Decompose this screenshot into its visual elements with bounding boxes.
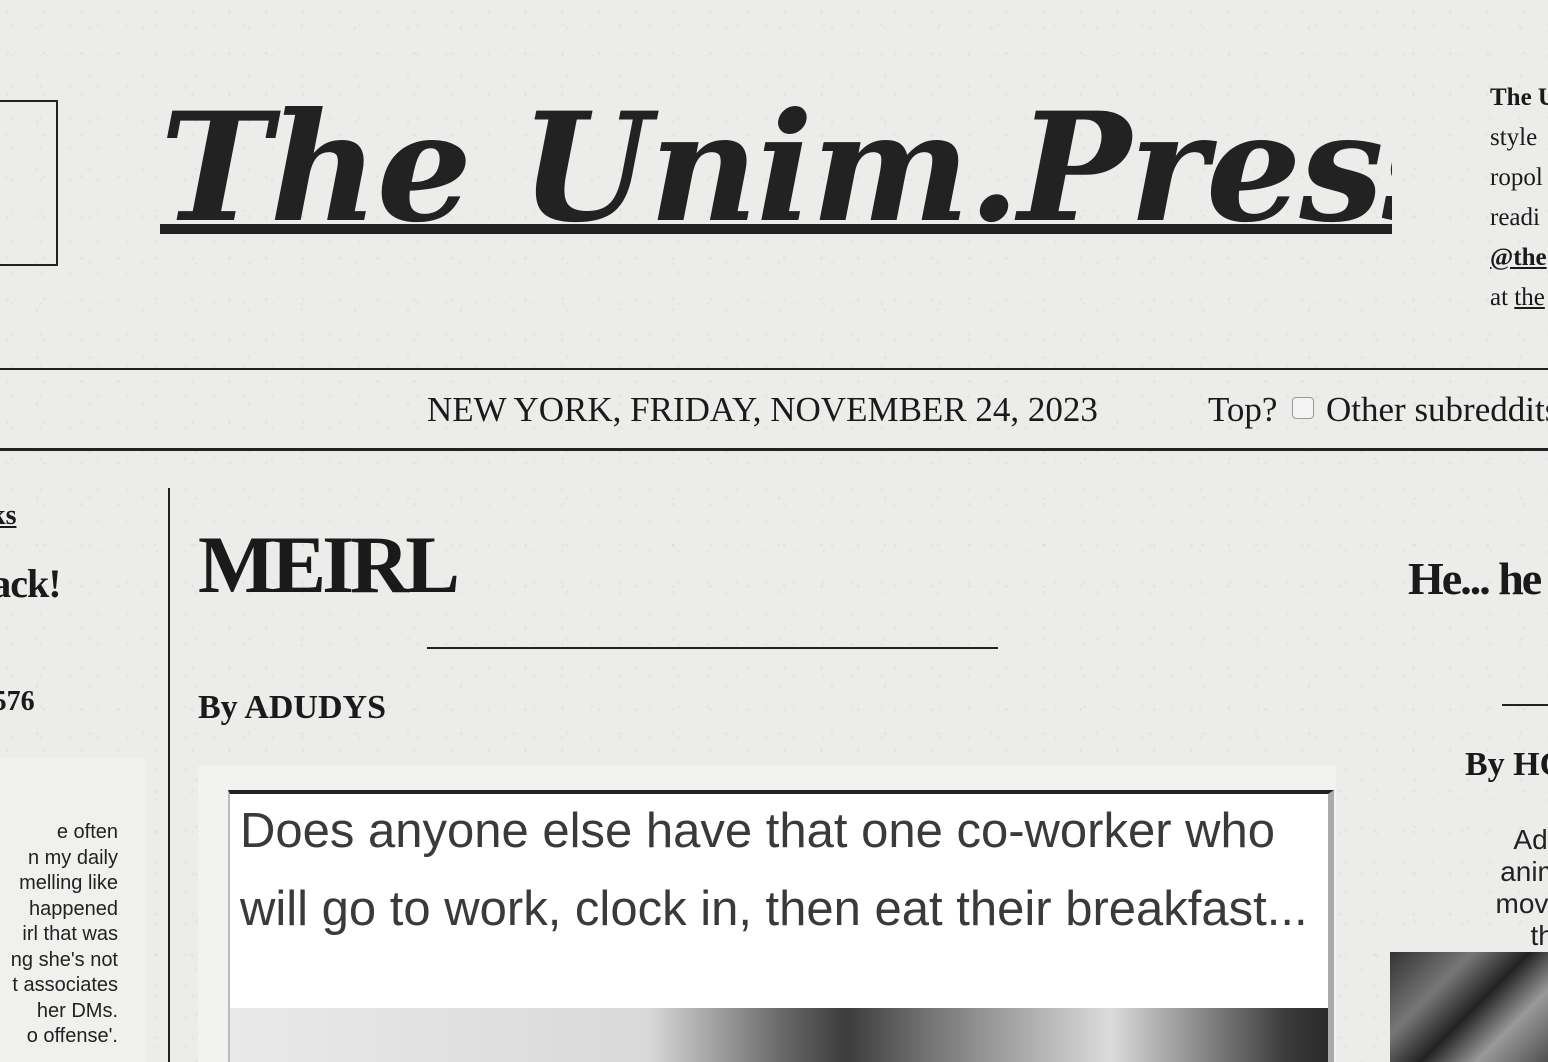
body-line: animate [1500,856,1548,887]
meme-caption: Does anyone else have that one co-worker… [240,804,1308,936]
main-article-byline: By ADUDYS [198,689,386,726]
top-toggle-label: Top? [1208,390,1278,429]
left-article-link[interactable]: ks [0,500,16,532]
meme-image[interactable]: Does anyone else have that one co-worker… [228,790,1334,1062]
body-line: her DMs. [36,999,118,1022]
body-line: ng she's not [10,948,118,971]
info-line: style [1490,124,1538,151]
headline-rule [427,647,998,649]
right-article-byline: By HC [1465,746,1548,783]
body-line: the [1530,920,1548,951]
info-line: ropol [1490,164,1543,191]
dateline: NEW YORK, FRIDAY, NOVEMBER 24, 2023 [427,390,1098,429]
masthead-title[interactable]: The Unim.Press [160,88,1392,250]
body-line: movie Di [1495,888,1548,919]
header-rule-bottom [0,448,1548,451]
meme-photo [230,1008,1328,1062]
left-header-box [0,100,58,266]
main-article-headline[interactable]: MEIRL [198,515,460,615]
social-handle-link[interactable]: @the [1490,244,1547,271]
info-line: readi [1490,204,1540,231]
left-article-body: e often n my daily melling like happened… [0,820,118,1050]
left-article-headline[interactable]: back! [0,560,62,607]
body-line: o offense'. [26,1025,118,1047]
right-article-photo[interactable] [1390,952,1548,1062]
site-link[interactable]: the [1514,284,1545,311]
left-article-byline: E5576 [0,686,35,717]
right-article-body: Adam animate movie Di the [1400,824,1548,952]
header-info-panel: The U style ropol readi @the at the [1490,78,1548,318]
right-article-headline[interactable]: He... he [1408,552,1542,605]
right-headline-rule [1502,704,1548,706]
header-rule-top [0,368,1548,370]
top-checkbox[interactable] [1292,397,1314,419]
column-divider [168,488,170,1062]
body-line: Adam [1513,824,1548,855]
body-line: n my daily [27,846,118,869]
other-subreddits-link[interactable]: Other subreddits [1326,388,1548,432]
body-line: e often [56,821,118,843]
body-line: melling like [19,872,118,894]
info-line: The U [1490,84,1548,111]
body-line: irl that was [22,923,118,945]
body-line: t associates [12,974,118,996]
body-line: happened [29,897,118,920]
info-prefix: at [1490,284,1515,311]
